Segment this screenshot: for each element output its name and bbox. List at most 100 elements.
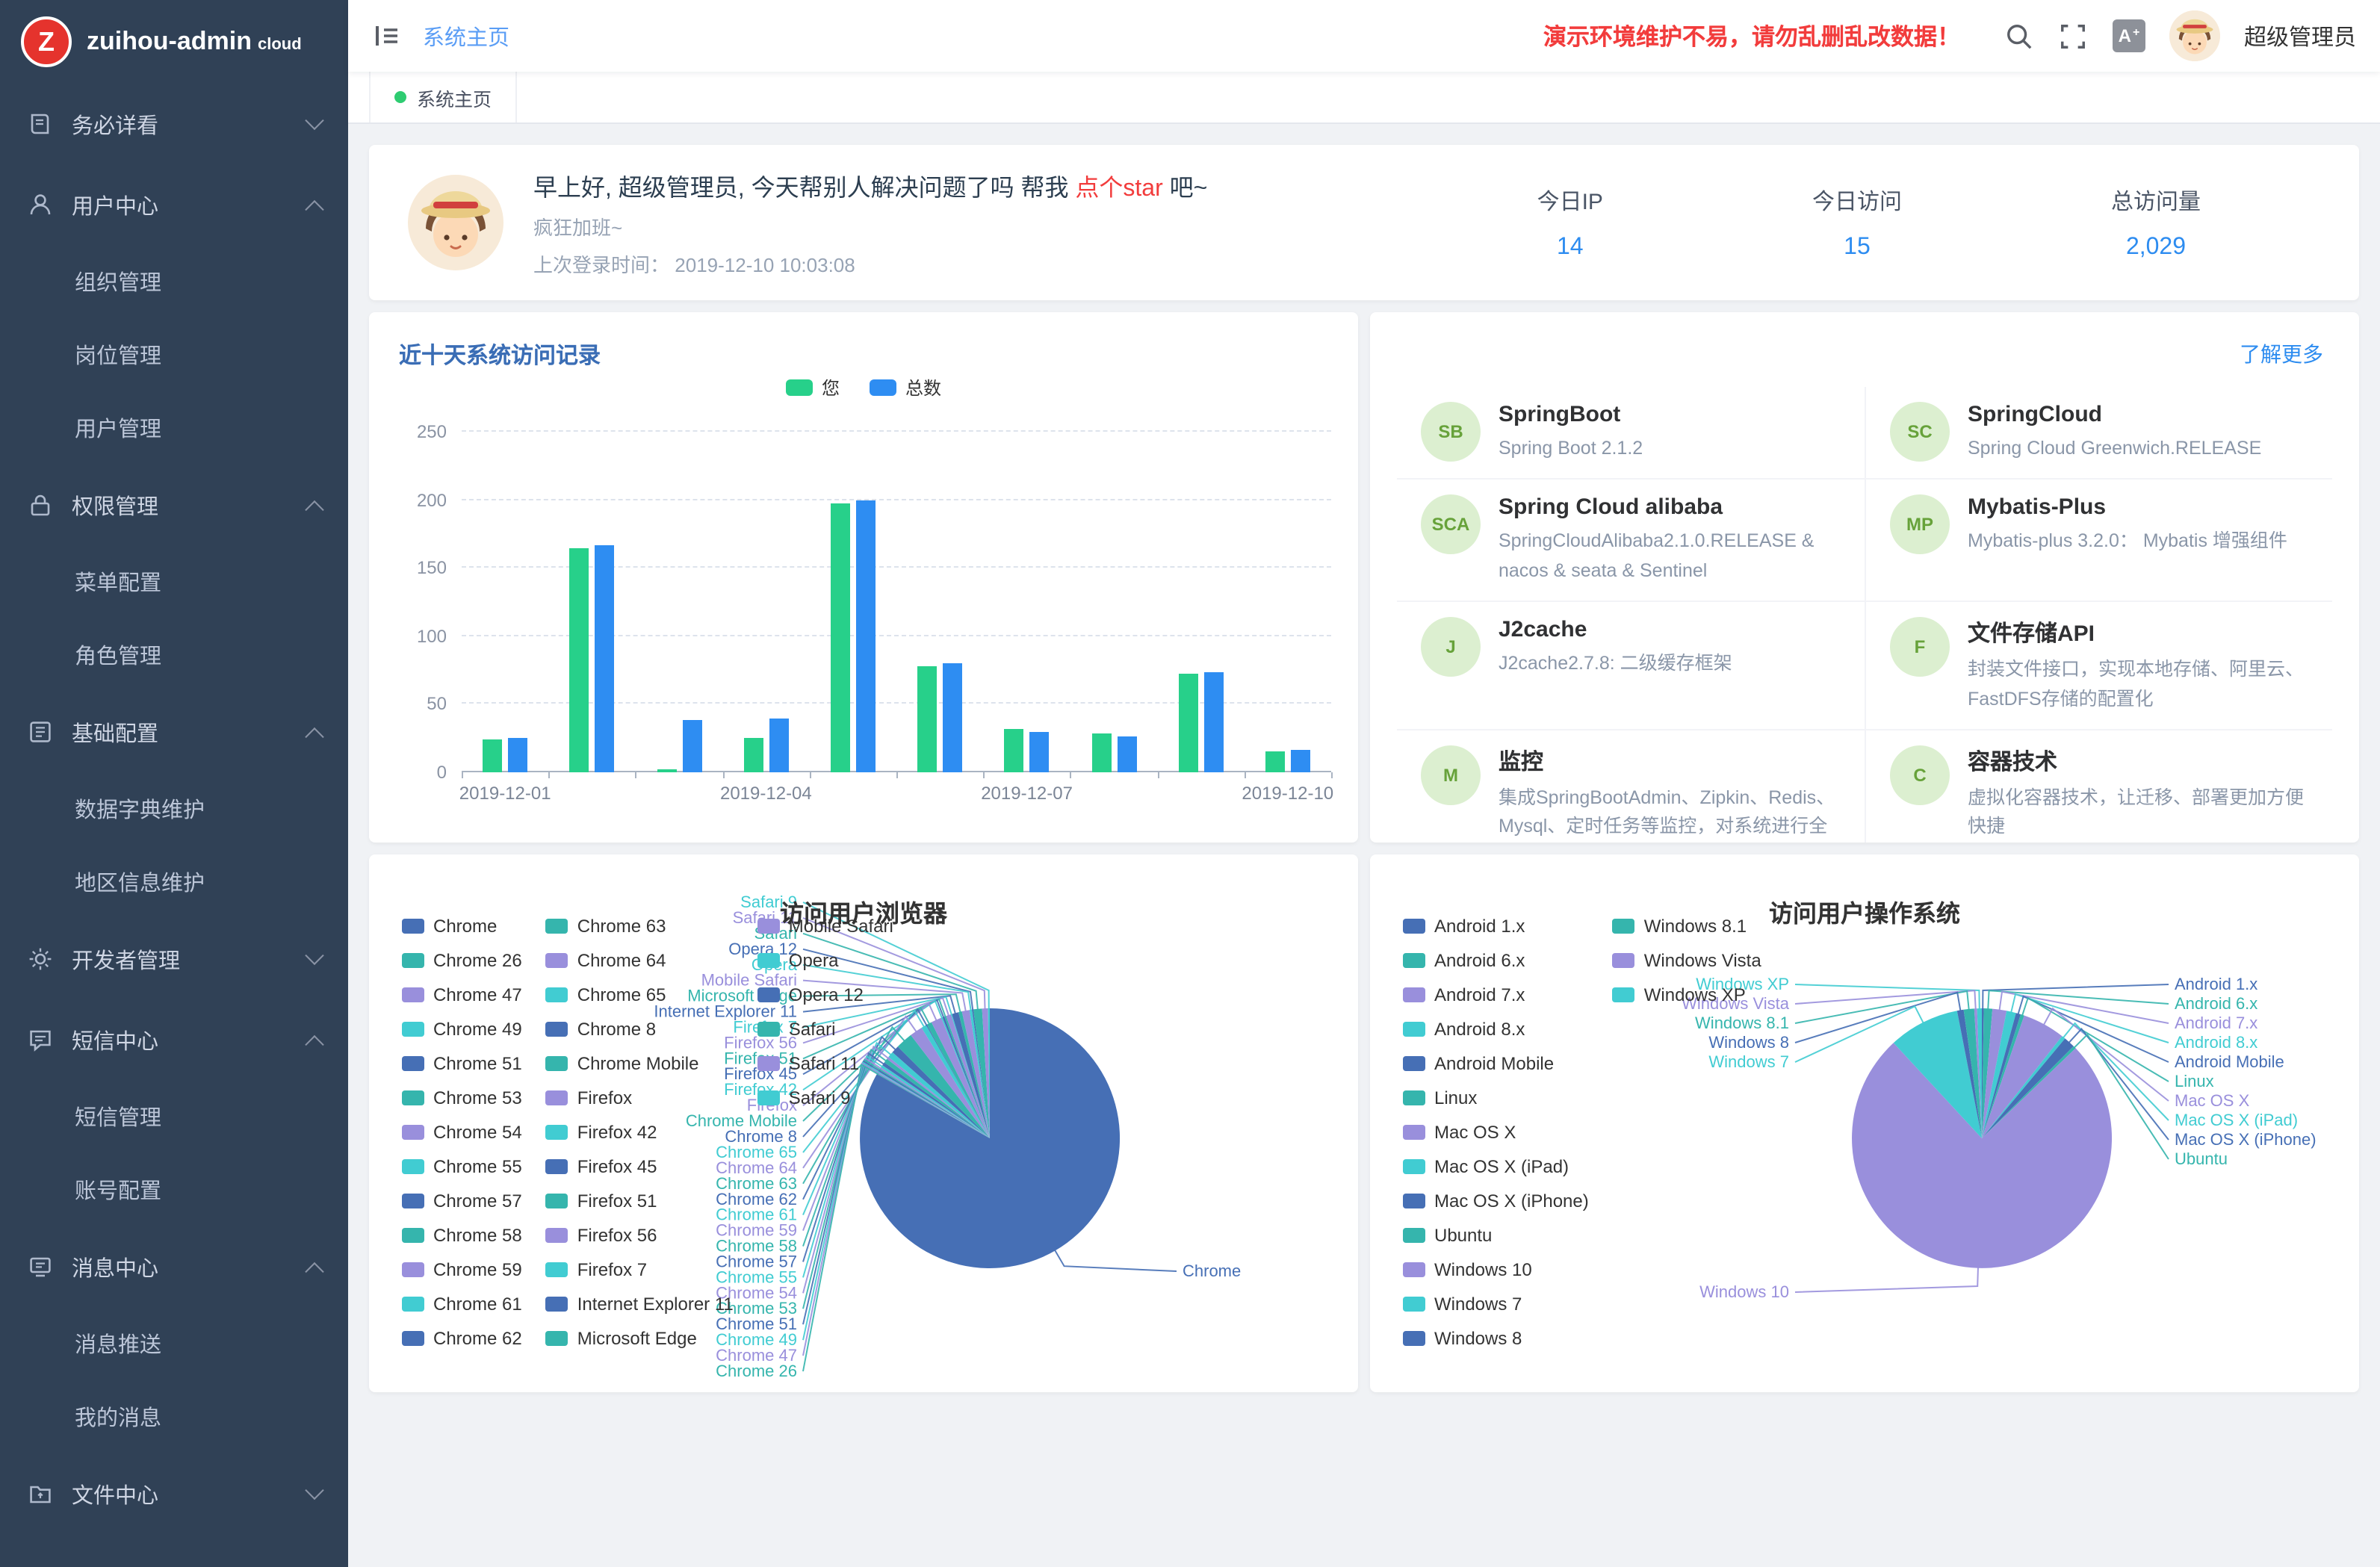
breadcrumb[interactable]: 系统主页: [423, 20, 509, 52]
pie-legend-item[interactable]: Chrome 8: [546, 1011, 734, 1046]
tech-item: MPMybatis-PlusMybatis-plus 3.2.0： Mybati…: [1865, 480, 2332, 603]
sidebar-subitem[interactable]: 岗位管理: [0, 318, 348, 391]
sidebar-subitem[interactable]: 账号配置: [0, 1153, 348, 1226]
legend-label: Android 1.x: [1434, 915, 1525, 936]
sidebar-item[interactable]: 用户中心: [0, 164, 348, 245]
chevron-down-icon: [305, 111, 323, 129]
pie-legend-item[interactable]: Chrome 47: [402, 977, 522, 1011]
sidebar-item[interactable]: 文件中心: [0, 1453, 348, 1534]
pie-legend-item[interactable]: Windows 8.1: [1613, 908, 1761, 943]
pie-legend-item[interactable]: Safari: [757, 1011, 893, 1046]
pie-legend-item[interactable]: Firefox: [546, 1080, 734, 1114]
pie-legend-item[interactable]: Microsoft Edge: [546, 1321, 734, 1355]
collapse-sidebar-icon[interactable]: [372, 21, 402, 51]
pie-legend-item[interactable]: Ubuntu: [1403, 1217, 1589, 1252]
pie-legend-item[interactable]: Chrome: [402, 908, 522, 943]
search-icon[interactable]: [2005, 21, 2035, 51]
sidebar-item[interactable]: 权限管理: [0, 465, 348, 545]
legend-label: Firefox 42: [577, 1121, 657, 1142]
pie-legend-item[interactable]: Mobile Safari: [757, 908, 893, 943]
pie-legend-item[interactable]: Chrome 54: [402, 1114, 522, 1149]
pie-legend-item[interactable]: Android 8.x: [1403, 1011, 1589, 1046]
pie-legend-item[interactable]: Chrome 62: [402, 1321, 522, 1355]
pie-legend-item[interactable]: Internet Explorer 11: [546, 1286, 734, 1321]
legend-chip: [402, 1090, 424, 1105]
legend-chip: [1403, 1193, 1425, 1208]
sidebar-item[interactable]: 务必详看: [0, 84, 348, 164]
user-name[interactable]: 超级管理员: [2244, 20, 2356, 52]
sidebar-subitem[interactable]: 菜单配置: [0, 545, 348, 618]
sidebar-subitem[interactable]: 用户管理: [0, 391, 348, 465]
pie-legend-item[interactable]: Mac OS X (iPad): [1403, 1149, 1589, 1183]
bar: [1178, 674, 1197, 772]
x-axis-label: 2019-12-04: [720, 783, 812, 804]
legend-chip: [546, 1090, 568, 1105]
pie-legend-item[interactable]: Chrome Mobile: [546, 1046, 734, 1080]
pie-legend-item[interactable]: Safari 9: [757, 1080, 893, 1114]
stat-label: 总访问量: [2111, 184, 2201, 216]
legend-label: Windows 10: [1434, 1259, 1532, 1279]
tech-badge: SB: [1421, 402, 1481, 462]
pie-legend-item[interactable]: Opera 12: [757, 977, 893, 1011]
sidebar-item[interactable]: 基础配置: [0, 692, 348, 772]
sidebar-subitem[interactable]: 地区信息维护: [0, 845, 348, 919]
star-link[interactable]: 点个star: [1075, 176, 1162, 202]
pie-legend-item[interactable]: Chrome 59: [402, 1252, 522, 1286]
pie-legend-item[interactable]: Firefox 42: [546, 1114, 734, 1149]
bar-legend-item[interactable]: 您: [786, 375, 840, 400]
font-size-icon[interactable]: A+: [2113, 19, 2145, 52]
legend-chip: [402, 1124, 424, 1139]
pie-legend-item[interactable]: Firefox 51: [546, 1183, 734, 1217]
sidebar-subitem[interactable]: 消息推送: [0, 1307, 348, 1380]
pie-legend-item[interactable]: Firefox 56: [546, 1217, 734, 1252]
pie-legend-item[interactable]: Chrome 63: [546, 908, 734, 943]
sidebar-item-label: 权限管理: [72, 489, 308, 521]
pie-legend-item[interactable]: Windows 7: [1403, 1286, 1589, 1321]
bar-group: [810, 432, 896, 772]
pie-legend-item[interactable]: Android Mobile: [1403, 1046, 1589, 1080]
pie-legend-item[interactable]: Mac OS X: [1403, 1114, 1589, 1149]
pie-legend-item[interactable]: Chrome 55: [402, 1149, 522, 1183]
pie-legend-item[interactable]: Chrome 61: [402, 1286, 522, 1321]
sidebar-subitem[interactable]: 短信管理: [0, 1080, 348, 1153]
pie-legend-item[interactable]: Windows 8: [1403, 1321, 1589, 1355]
pie-legend-item[interactable]: Windows XP: [1613, 977, 1761, 1011]
pie-legend-item[interactable]: Firefox 45: [546, 1149, 734, 1183]
sidebar-subitem[interactable]: 组织管理: [0, 245, 348, 318]
user-avatar[interactable]: [2169, 10, 2220, 61]
sidebar-item[interactable]: 短信中心: [0, 999, 348, 1080]
sidebar-subitem[interactable]: 角色管理: [0, 618, 348, 692]
pie-legend-item[interactable]: Chrome 51: [402, 1046, 522, 1080]
pie-legend-item[interactable]: Windows Vista: [1613, 943, 1761, 977]
sidebar-subitem[interactable]: 我的消息: [0, 1380, 348, 1453]
pie-legend-item[interactable]: Windows 10: [1403, 1252, 1589, 1286]
tab-active[interactable]: 系统主页: [369, 72, 517, 122]
pie-legend-item[interactable]: Android 6.x: [1403, 943, 1589, 977]
pie-legend-item[interactable]: Chrome 65: [546, 977, 734, 1011]
learn-more-link[interactable]: 了解更多: [2240, 339, 2323, 369]
pie-legend-item[interactable]: Android 7.x: [1403, 977, 1589, 1011]
pie-legend-item[interactable]: Chrome 64: [546, 943, 734, 977]
pie-legend-item[interactable]: Mac OS X (iPhone): [1403, 1183, 1589, 1217]
pie-legend-item[interactable]: Chrome 53: [402, 1080, 522, 1114]
fullscreen-icon[interactable]: [2059, 21, 2089, 51]
tech-texts: SpringCloudSpring Cloud Greenwich.RELEAS…: [1968, 402, 2261, 464]
pie-legend-item[interactable]: Chrome 57: [402, 1183, 522, 1217]
legend-chip: [1403, 1158, 1425, 1173]
pie-legend-item[interactable]: Linux: [1403, 1080, 1589, 1114]
pie-legend-item[interactable]: Safari 11: [757, 1046, 893, 1080]
tech-texts: 监控集成SpringBootAdmin、Zipkin、Redis、Mysql、定…: [1499, 745, 1841, 843]
sidebar-item[interactable]: 开发者管理: [0, 919, 348, 999]
pie-legend-item[interactable]: Firefox 7: [546, 1252, 734, 1286]
pie-legend-item[interactable]: Chrome 49: [402, 1011, 522, 1046]
sidebar-subitem[interactable]: 数据字典维护: [0, 772, 348, 845]
pie-legend-item[interactable]: Android 1.x: [1403, 908, 1589, 943]
legend-chip: [402, 1055, 424, 1070]
bar-legend-item[interactable]: 总数: [870, 375, 941, 400]
sidebar-item[interactable]: 消息中心: [0, 1226, 348, 1307]
pie-legend-item[interactable]: Chrome 26: [402, 943, 522, 977]
book-icon: [27, 111, 54, 137]
bar-group: [1070, 432, 1157, 772]
pie-legend-item[interactable]: Opera: [757, 943, 893, 977]
pie-legend-item[interactable]: Chrome 58: [402, 1217, 522, 1252]
